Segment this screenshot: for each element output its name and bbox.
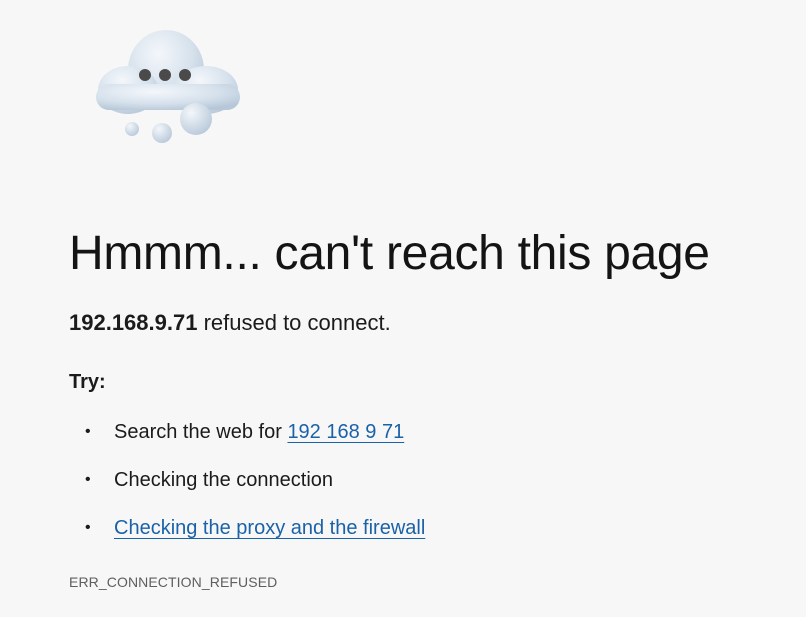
list-item-search: • Search the web for 192 168 9 71 bbox=[69, 418, 425, 466]
ellipsis-dots bbox=[139, 69, 191, 81]
list-item-connection: • Checking the connection bbox=[69, 466, 425, 514]
error-page: Hmmm... can't reach this page 192.168.9.… bbox=[0, 0, 806, 617]
error-message: refused to connect. bbox=[197, 310, 391, 335]
bullet: • bbox=[85, 471, 91, 488]
list-item-proxy: • Checking the proxy and the firewall bbox=[69, 514, 425, 562]
suggestion-list: • Search the web for 192 168 9 71 • Chec… bbox=[69, 418, 425, 562]
search-web-link[interactable]: 192 168 9 71 bbox=[287, 421, 404, 443]
search-prefix: Search the web for bbox=[114, 421, 288, 443]
host-address: 192.168.9.71 bbox=[69, 310, 198, 335]
bullet: • bbox=[85, 519, 91, 536]
error-code: ERR_CONNECTION_REFUSED bbox=[69, 574, 278, 590]
check-connection-text: Checking the connection bbox=[114, 469, 334, 491]
bullet: • bbox=[85, 423, 91, 440]
page-title: Hmmm... can't reach this page bbox=[69, 227, 710, 280]
proxy-firewall-link[interactable]: Checking the proxy and the firewall bbox=[114, 517, 425, 539]
error-subtitle: 192.168.9.71 refused to connect. bbox=[69, 308, 391, 338]
try-heading: Try: bbox=[69, 371, 106, 393]
cloud-dots-icon bbox=[96, 30, 240, 143]
